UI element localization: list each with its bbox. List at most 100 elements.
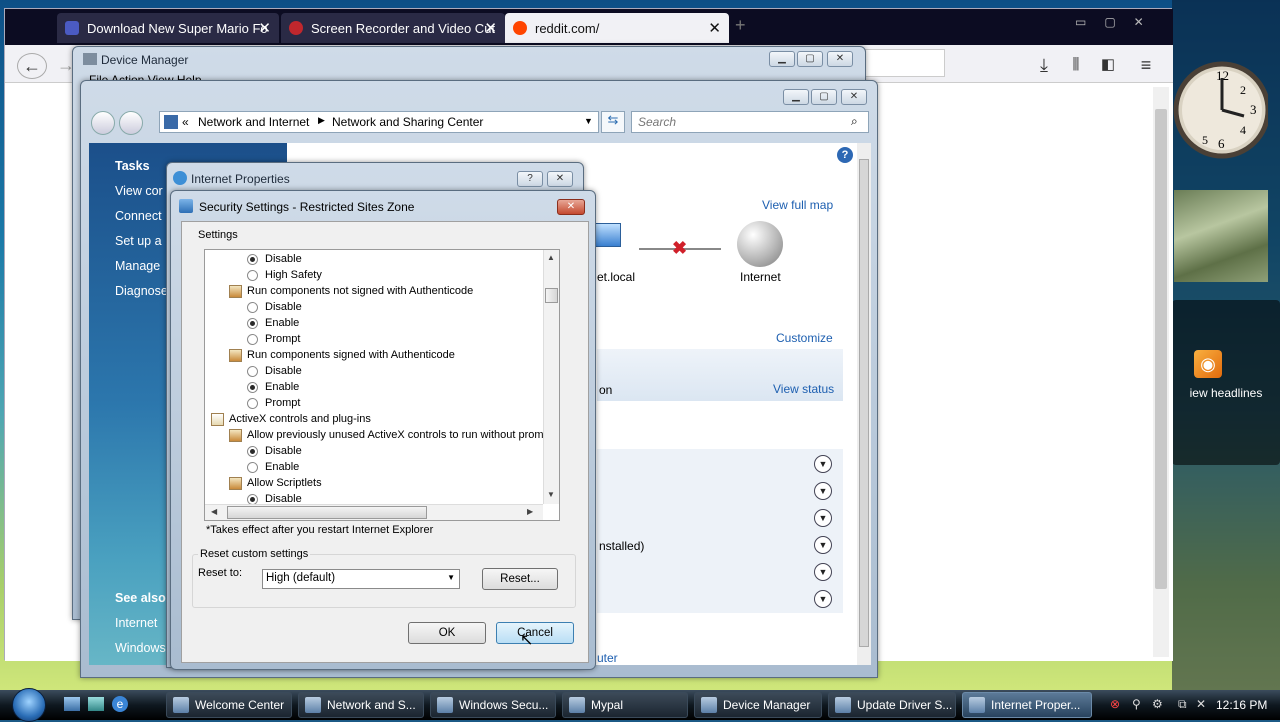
volume-muted-icon[interactable]: ✕ [1196, 697, 1206, 711]
search-icon[interactable]: ⌕ [851, 114, 858, 129]
taskbar-button[interactable]: Internet Proper... [962, 692, 1092, 718]
breadcrumb-network-internet[interactable]: Network and Internet [198, 115, 309, 129]
close-button[interactable]: ✕ [841, 89, 867, 105]
taskbar-button[interactable]: Windows Secu... [430, 692, 556, 718]
setting-item[interactable]: Allow previously unused ActiveX controls… [205, 428, 543, 444]
forward-arrow-icon[interactable] [119, 111, 143, 135]
chevron-down-icon[interactable]: ▼ [814, 482, 832, 500]
search-input[interactable]: Search [631, 111, 869, 133]
url-bar[interactable] [865, 49, 945, 77]
browser-tab-1[interactable]: Download New Super Mario Fo ✕ [57, 13, 279, 43]
cancel-button[interactable]: Cancel [496, 622, 574, 644]
tree-vertical-scrollbar[interactable]: ▲ ▼ [543, 250, 559, 504]
radio-icon[interactable] [247, 270, 258, 281]
network-icon[interactable]: ⧉ [1178, 697, 1187, 712]
feed-headlines-text[interactable]: iew headlines [1172, 386, 1280, 400]
refresh-icon[interactable]: ⇆ [601, 111, 625, 133]
scroll-thumb[interactable] [227, 506, 427, 519]
setting-option[interactable]: Enable [205, 380, 543, 396]
scroll-thumb[interactable] [1155, 109, 1167, 589]
tree-horizontal-scrollbar[interactable]: ◀ ▶ [205, 504, 543, 520]
task-view-computers[interactable]: View cor [115, 184, 163, 198]
download-icon[interactable]: ⤓ [1029, 53, 1059, 79]
library-icon[interactable]: ⫼ [1061, 53, 1091, 79]
radio-selected-icon[interactable] [247, 494, 258, 504]
help-icon[interactable]: ? [837, 147, 853, 163]
chevron-down-icon[interactable]: ▼ [814, 455, 832, 473]
slideshow-gadget[interactable] [1174, 190, 1268, 282]
scroll-thumb[interactable] [545, 288, 558, 303]
scroll-thumb[interactable] [859, 159, 869, 647]
radio-icon[interactable] [247, 462, 258, 473]
setting-option[interactable]: Prompt [205, 332, 543, 348]
close-tab-icon[interactable]: ✕ [484, 19, 497, 37]
back-arrow-icon[interactable] [91, 111, 115, 135]
settings-tree[interactable]: Disable High Safety Run components not sig… [204, 249, 560, 521]
taskbar-button[interactable]: Device Manager [694, 692, 822, 718]
taskbar-clock[interactable]: 12:16 PM [1216, 698, 1267, 712]
reset-to-select[interactable]: High (default) ▼ [262, 569, 460, 589]
browser-caption-buttons[interactable]: ▭▢✕ [1075, 15, 1162, 29]
setting-option[interactable]: Disable [205, 300, 543, 316]
start-orb-icon[interactable] [12, 688, 46, 722]
close-tab-icon[interactable]: ✕ [258, 19, 271, 37]
task-connect[interactable]: Connect [115, 209, 162, 223]
chevron-down-icon[interactable]: ▼ [814, 509, 832, 527]
sidebar-toggle-icon[interactable]: ◧ [1093, 53, 1123, 79]
setting-option[interactable]: Prompt [205, 396, 543, 412]
feed-headlines-gadget[interactable] [1172, 300, 1280, 465]
radio-selected-icon[interactable] [247, 318, 258, 329]
chevron-down-icon[interactable]: ▼ [814, 590, 832, 608]
see-also-windows[interactable]: Windows [115, 641, 166, 655]
gear-icon[interactable]: ⚙ [1152, 697, 1163, 711]
back-arrow-icon[interactable]: ← [17, 53, 47, 79]
ok-button[interactable]: OK [408, 622, 486, 644]
task-setup-connection[interactable]: Set up a [115, 234, 162, 248]
chevron-down-icon[interactable]: ▼ [584, 116, 593, 126]
scroll-right-icon[interactable]: ▶ [527, 507, 533, 516]
setting-option[interactable]: Disable [205, 364, 543, 380]
usb-icon[interactable]: ⚲ [1132, 697, 1141, 711]
taskbar-button[interactable]: Update Driver S... [828, 692, 956, 718]
setting-option[interactable]: Disable [205, 492, 543, 504]
chevron-down-icon[interactable]: ▼ [447, 573, 455, 582]
task-diagnose[interactable]: Diagnose [115, 284, 168, 298]
menu-hamburger-icon[interactable]: ≡ [1131, 53, 1161, 79]
radio-selected-icon[interactable] [247, 254, 258, 265]
browser-tab-2[interactable]: Screen Recorder and Video Cut ✕ [281, 13, 505, 43]
maximize-button[interactable]: ▢ [797, 51, 823, 67]
view-status-link[interactable]: View status [773, 382, 834, 396]
internet-explorer-icon[interactable]: e [112, 696, 128, 712]
minimize-button[interactable]: ▁ [769, 51, 795, 67]
close-button[interactable]: ✕ [557, 199, 585, 215]
taskbar-button[interactable]: Welcome Center [166, 692, 292, 718]
setting-option[interactable]: Disable [205, 252, 543, 268]
content-scrollbar[interactable] [857, 143, 871, 665]
customize-link[interactable]: Customize [776, 331, 833, 345]
maximize-button[interactable]: ▢ [811, 89, 837, 105]
setting-item[interactable]: Run components signed with Authenticode [205, 348, 543, 364]
breadcrumb-overflow[interactable]: « [182, 115, 189, 129]
see-also-internet[interactable]: Internet [115, 616, 157, 630]
radio-icon[interactable] [247, 366, 258, 377]
browser-scrollbar[interactable] [1153, 87, 1169, 657]
show-computers-link[interactable]: uter [597, 651, 618, 665]
task-manage[interactable]: Manage [115, 259, 160, 273]
radio-selected-icon[interactable] [247, 446, 258, 457]
scroll-down-icon[interactable]: ▼ [547, 490, 555, 499]
close-tab-icon[interactable]: ✕ [708, 19, 721, 37]
setting-item[interactable]: Run components not signed with Authentic… [205, 284, 543, 300]
address-bar[interactable]: « Network and Internet ▶ Network and Sha… [159, 111, 599, 133]
switch-windows-icon[interactable] [88, 697, 104, 711]
radio-icon[interactable] [247, 398, 258, 409]
setting-option[interactable]: Enable [205, 316, 543, 332]
minimize-button[interactable]: ▁ [783, 89, 809, 105]
close-button[interactable]: ✕ [827, 51, 853, 67]
reset-button[interactable]: Reset... [482, 568, 558, 590]
close-button[interactable]: ✕ [547, 171, 573, 187]
show-desktop-icon[interactable] [64, 697, 80, 711]
help-button[interactable]: ? [517, 171, 543, 187]
setting-item[interactable]: ActiveX controls and plug-ins [205, 412, 543, 428]
security-alert-icon[interactable]: ⊗ [1110, 697, 1120, 711]
breadcrumb-sharing-center[interactable]: Network and Sharing Center [332, 115, 483, 129]
